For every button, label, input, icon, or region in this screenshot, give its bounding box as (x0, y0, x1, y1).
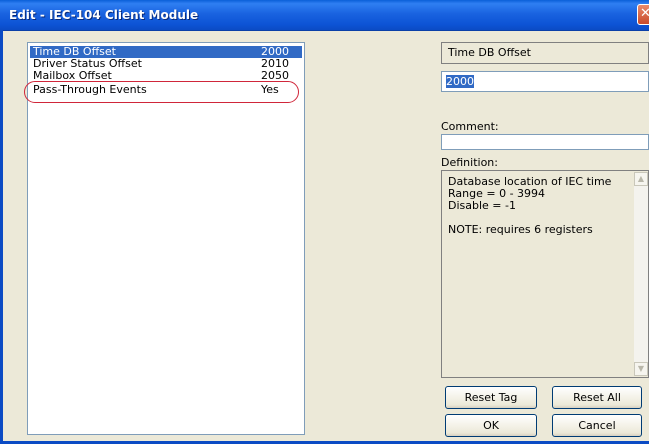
window-frame-left (0, 30, 3, 444)
value-input[interactable]: 2000 (441, 71, 649, 92)
definition-text: Database location of IEC time Range = 0 … (448, 175, 612, 236)
scroll-up-arrow-icon[interactable]: ▲ (634, 172, 648, 186)
comment-label: Comment: (441, 120, 499, 133)
window-title: Edit - IEC-104 Client Module (9, 8, 199, 22)
value-input-text: 2000 (446, 75, 474, 88)
cancel-button[interactable]: Cancel (552, 414, 642, 437)
selected-field-name: Time DB Offset (441, 42, 649, 64)
definition-scrollbar[interactable]: ▲ ▼ (634, 172, 648, 376)
highlight-annotation (24, 81, 299, 103)
ok-button[interactable]: OK (445, 414, 537, 437)
comment-input[interactable] (441, 134, 649, 150)
reset-all-button[interactable]: Reset All (552, 386, 642, 409)
close-icon: ✕ (640, 6, 649, 21)
scroll-down-arrow-icon[interactable]: ▼ (634, 362, 648, 376)
title-bar: Edit - IEC-104 Client Module ✕ (0, 0, 649, 31)
close-button[interactable]: ✕ (637, 4, 649, 25)
definition-label: Definition: (441, 156, 498, 169)
definition-text-area: Database location of IEC time Range = 0 … (441, 170, 649, 378)
reset-tag-button[interactable]: Reset Tag (445, 386, 537, 409)
